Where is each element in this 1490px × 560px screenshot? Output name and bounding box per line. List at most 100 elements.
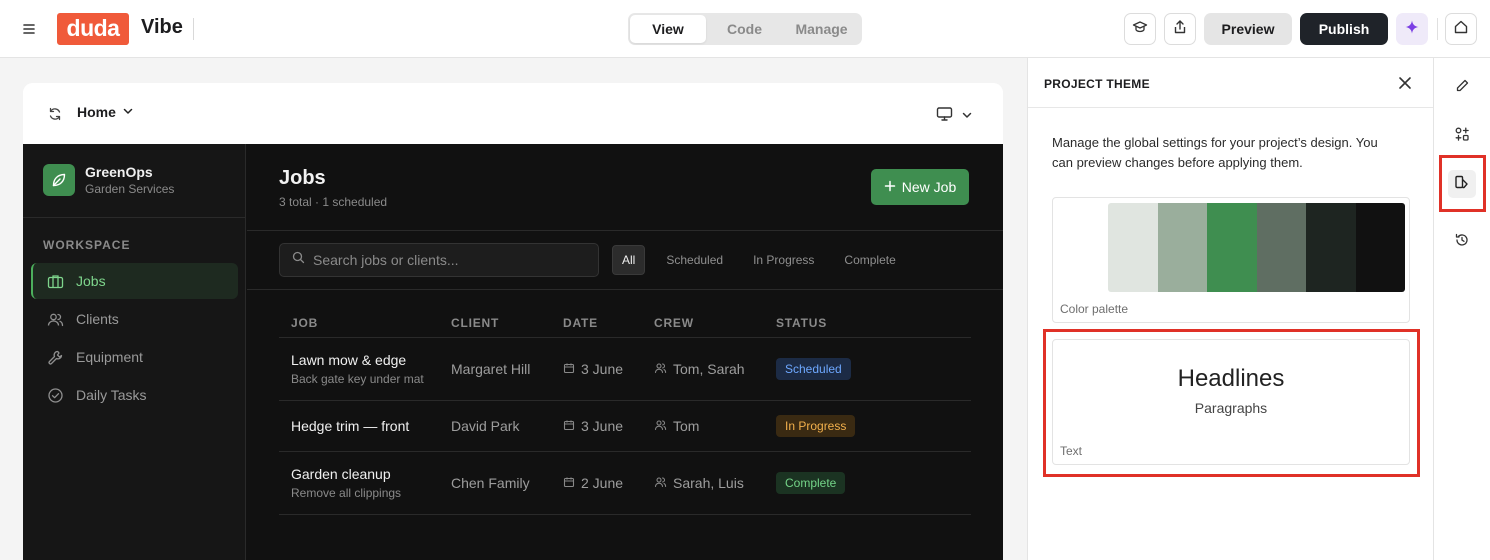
right-rail — [1433, 58, 1490, 560]
tab-manage[interactable]: Manage — [783, 15, 860, 43]
edit-icon — [1455, 78, 1470, 98]
divider — [247, 289, 1003, 290]
status-badge: In Progress — [776, 415, 856, 437]
workspace-label: WORKSPACE — [43, 238, 131, 252]
palette-swatch — [1108, 203, 1158, 292]
new-job-label: New Job — [901, 179, 957, 195]
palette-swatch — [1207, 203, 1257, 292]
theme-button[interactable] — [1448, 170, 1476, 198]
panel-description: Manage the global settings for your proj… — [1052, 135, 1378, 170]
column-header[interactable]: CLIENT — [451, 316, 563, 330]
preview-button[interactable]: Preview — [1204, 13, 1292, 45]
filter-scheduled[interactable]: Scheduled — [657, 245, 732, 275]
table-row[interactable]: Lawn mow & edge Back gate key under mat … — [279, 338, 971, 401]
new-job-button[interactable]: New Job — [871, 169, 969, 205]
briefcase-icon — [46, 272, 64, 290]
job-note: Remove all clippings — [291, 486, 402, 500]
search-input[interactable] — [313, 252, 583, 268]
page-selector[interactable]: Home — [77, 104, 134, 120]
users-icon — [654, 418, 667, 434]
widgets-icon — [1454, 126, 1470, 147]
status-badge: Complete — [776, 472, 846, 494]
widgets-button[interactable] — [1448, 122, 1476, 150]
page-selector-label: Home — [77, 104, 116, 120]
chevron-down-icon — [961, 108, 973, 126]
job-date: 2 June — [581, 475, 624, 491]
ai-assistant-button[interactable] — [1396, 13, 1428, 45]
table-row[interactable]: Hedge trim — front David Park 3 June Tom… — [279, 401, 971, 452]
client-name: Chen Family — [451, 475, 530, 491]
column-header[interactable]: STATUS — [776, 316, 896, 330]
text-styles-card[interactable]: Headlines Paragraphs Text — [1052, 339, 1410, 465]
publish-button[interactable]: Publish — [1300, 13, 1388, 45]
filter-all[interactable]: All — [612, 245, 646, 275]
text-card-label: Text — [1060, 444, 1083, 458]
nav-item-equipment[interactable]: Equipment — [31, 339, 238, 375]
filter-in-progress[interactable]: In Progress — [744, 245, 823, 275]
edit-button[interactable] — [1448, 74, 1476, 102]
nav-item-label: Daily Tasks — [76, 387, 147, 403]
paragraph-preview: Paragraphs — [1194, 400, 1268, 416]
table-row[interactable]: Garden cleanup Remove all clippings Chen… — [279, 452, 971, 515]
chevron-down-icon — [122, 104, 134, 120]
home-button[interactable] — [1445, 13, 1477, 45]
site-app: GreenOps Garden Services WORKSPACE Jobs — [23, 144, 1003, 560]
academy-icon — [1132, 19, 1148, 40]
nav-item-daily-tasks[interactable]: Daily Tasks — [31, 377, 238, 413]
leaf-icon — [43, 164, 75, 196]
site-preview-frame: Home GreenOps Garden Services WORKSPACE … — [23, 83, 1003, 560]
share-icon — [1172, 19, 1188, 40]
jobs-table: JOB CLIENT DATE CREW STATUS Lawn mow & e… — [279, 308, 971, 515]
site-main: Jobs 3 total · 1 scheduled New Job All S… — [247, 144, 1003, 560]
job-note: Back gate key under mat — [291, 372, 424, 386]
menu-icon[interactable] — [20, 20, 38, 38]
page-summary: 3 total · 1 scheduled — [279, 195, 388, 209]
job-date: 3 June — [581, 418, 624, 434]
share-button[interactable] — [1164, 13, 1196, 45]
tab-view[interactable]: View — [630, 15, 706, 43]
nav-item-clients[interactable]: Clients — [31, 301, 238, 337]
history-button[interactable] — [1448, 228, 1476, 256]
nav-item-jobs[interactable]: Jobs — [31, 263, 238, 299]
site-sidebar: GreenOps Garden Services WORKSPACE Jobs — [23, 144, 246, 560]
close-icon[interactable] — [1398, 76, 1412, 95]
page-title: Jobs — [279, 167, 326, 189]
top-bar: duda Vibe View Code Manage Preview Publi… — [0, 0, 1490, 58]
panel-header: PROJECT THEME — [1028, 58, 1434, 108]
calendar-icon — [563, 361, 575, 377]
tab-code[interactable]: Code — [706, 15, 783, 43]
home-icon — [1453, 19, 1469, 40]
duda-logo[interactable]: duda — [57, 13, 129, 45]
device-selector[interactable] — [936, 106, 973, 127]
users-icon — [46, 310, 64, 328]
product-name: Vibe — [141, 16, 183, 38]
academy-button[interactable] — [1124, 13, 1156, 45]
status-filters: All Scheduled In Progress Complete — [612, 245, 911, 275]
check-circle-icon — [46, 386, 64, 404]
column-header[interactable]: CREW — [654, 316, 776, 330]
search-icon — [292, 251, 305, 269]
mode-switcher: View Code Manage — [628, 13, 862, 45]
filter-complete[interactable]: Complete — [835, 245, 904, 275]
site-brand[interactable]: GreenOps Garden Services — [43, 164, 174, 196]
search-box[interactable] — [279, 243, 599, 277]
nav-item-label: Equipment — [76, 349, 143, 365]
wrench-icon — [46, 348, 64, 366]
client-name: David Park — [451, 418, 520, 434]
panel-title: PROJECT THEME — [1044, 77, 1150, 91]
column-header[interactable]: JOB — [279, 316, 451, 330]
refresh-icon[interactable] — [48, 107, 62, 126]
palette-swatch — [1256, 203, 1306, 292]
theme-icon — [1454, 174, 1470, 195]
divider — [247, 230, 1003, 231]
color-palette-card[interactable]: Color palette — [1052, 197, 1410, 323]
column-header[interactable]: DATE — [563, 316, 654, 330]
palette-swatch — [1157, 203, 1207, 292]
nav-item-label: Clients — [76, 311, 119, 327]
plus-icon — [884, 179, 896, 195]
job-title: Hedge trim — front — [291, 418, 410, 434]
calendar-icon — [563, 475, 575, 491]
crew-names: Tom — [673, 418, 700, 434]
users-icon — [654, 361, 667, 377]
status-badge: Scheduled — [776, 358, 851, 380]
